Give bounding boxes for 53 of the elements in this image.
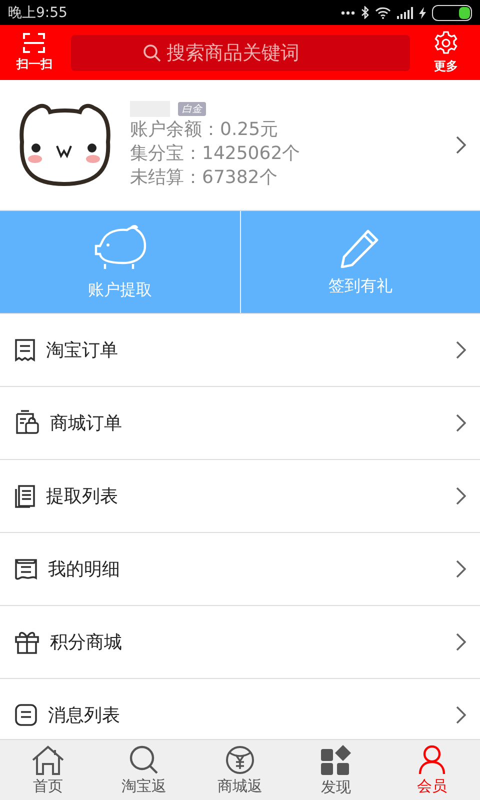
menu-item[interactable]: 积分商城	[0, 606, 480, 679]
grid-icon	[320, 744, 352, 776]
tab-item[interactable]: 商城返	[192, 740, 288, 800]
menu-label: 积分商城	[50, 631, 123, 654]
yen-coin-icon	[225, 744, 255, 774]
menu-item[interactable]: 淘宝订单	[0, 314, 480, 387]
wifi-icon	[375, 6, 391, 18]
scan-icon	[23, 32, 46, 52]
receipt-icon	[14, 338, 36, 362]
signal-icon	[397, 6, 413, 18]
menu-item[interactable]: 提取列表	[0, 460, 480, 533]
message-icon	[14, 703, 38, 727]
chevron-right-icon	[456, 706, 466, 724]
charging-icon	[419, 6, 426, 18]
chevron-right-icon	[456, 487, 466, 505]
tab-item[interactable]: 首页	[0, 740, 96, 800]
chevron-right-icon	[456, 560, 466, 578]
scroll-icon	[14, 557, 38, 581]
search-field[interactable]: 搜索商品关键词	[70, 34, 410, 70]
gift-icon	[14, 629, 40, 655]
tab-item[interactable]: 发现	[288, 740, 384, 800]
battery-icon	[432, 4, 472, 20]
menu-label: 淘宝订单	[46, 339, 119, 362]
menu-label: 消息列表	[48, 704, 121, 727]
document-list-icon	[14, 484, 36, 508]
status-time: 晚上9:55	[8, 4, 68, 22]
menu-label: 我的明细	[48, 558, 121, 581]
chevron-right-icon	[456, 341, 466, 359]
home-icon	[31, 744, 65, 774]
account-stat: 未结算：67382个	[130, 166, 278, 190]
menu-label: 提取列表	[46, 485, 119, 508]
account-stat: 集分宝：1425062个	[130, 142, 302, 166]
more-dots-icon	[341, 10, 355, 14]
scan-button[interactable]: 扫一扫	[10, 32, 58, 72]
more-button[interactable]: 更多	[422, 30, 470, 74]
menu-item[interactable]: 商城订单	[0, 387, 480, 460]
tab-item[interactable]: 会员	[384, 740, 480, 800]
pencil-icon	[340, 228, 380, 268]
account-stat: 账户余额：0.25元	[130, 118, 280, 142]
tab-item[interactable]: 淘宝返	[96, 740, 192, 800]
menu-item[interactable]: 我的明细	[0, 533, 480, 606]
chevron-right-icon	[456, 633, 466, 651]
level-badge: 白金	[178, 102, 206, 116]
settings-icon	[434, 30, 458, 54]
shop-bag-icon	[14, 410, 40, 436]
search-icon	[129, 744, 159, 774]
person-icon	[417, 744, 447, 774]
profile-card[interactable]: 白金 账户余额：0.25元 集分宝：1425062个 未结算：67382个	[0, 80, 480, 211]
piggy-bank-icon	[92, 224, 147, 272]
menu-label: 商城订单	[50, 412, 123, 435]
chevron-right-icon	[456, 136, 466, 154]
chevron-right-icon	[456, 414, 466, 432]
bluetooth-icon	[361, 6, 369, 19]
